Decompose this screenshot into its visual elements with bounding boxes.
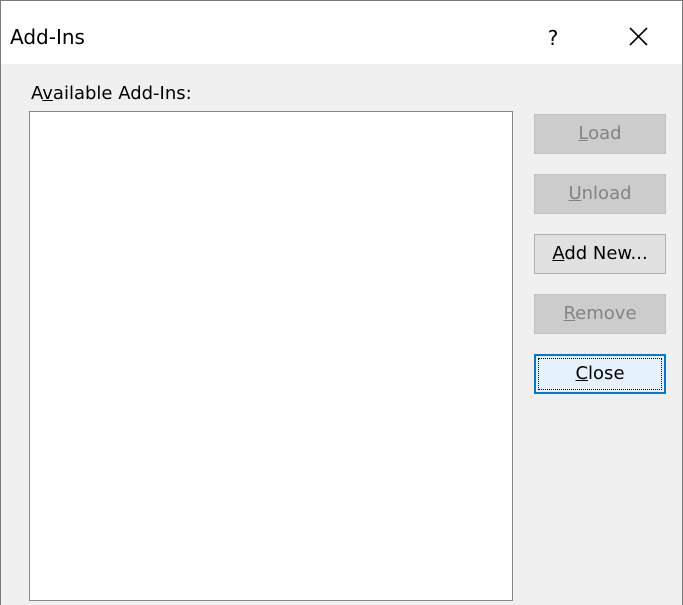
label-text-end: ailable Add-Ins: bbox=[52, 83, 192, 104]
close-button[interactable]: Close bbox=[534, 354, 666, 394]
unload-label: nload bbox=[581, 183, 632, 204]
load-access-key: L bbox=[578, 123, 589, 144]
available-add-ins-list[interactable] bbox=[29, 111, 513, 601]
unload-access-key: U bbox=[568, 183, 582, 204]
close-window-button[interactable] bbox=[618, 20, 658, 56]
available-add-ins-label: Available Add-Ins: bbox=[31, 83, 192, 105]
title-bar[interactable]: Add-Ins ? bbox=[1, 1, 682, 64]
remove-label: emove bbox=[575, 303, 637, 324]
close-icon bbox=[629, 27, 648, 46]
window-title: Add-Ins bbox=[10, 25, 85, 49]
add-new-button[interactable]: Add New... bbox=[534, 234, 666, 274]
label-text-start: A bbox=[31, 83, 43, 104]
unload-button[interactable]: Unload bbox=[534, 174, 666, 214]
load-label: oad bbox=[588, 123, 622, 144]
help-button[interactable]: ? bbox=[537, 23, 569, 53]
add-new-access-key: A bbox=[552, 243, 565, 264]
close-access-key: C bbox=[575, 363, 589, 384]
add-new-label: dd New... bbox=[564, 243, 648, 264]
close-label: lose bbox=[588, 363, 625, 384]
label-access-key: v bbox=[42, 83, 53, 104]
load-button[interactable]: Load bbox=[534, 114, 666, 154]
add-ins-dialog: Add-Ins ? Available Add-Ins: Load Unload… bbox=[0, 0, 683, 605]
remove-access-key: R bbox=[563, 303, 576, 324]
remove-button[interactable]: Remove bbox=[534, 294, 666, 334]
